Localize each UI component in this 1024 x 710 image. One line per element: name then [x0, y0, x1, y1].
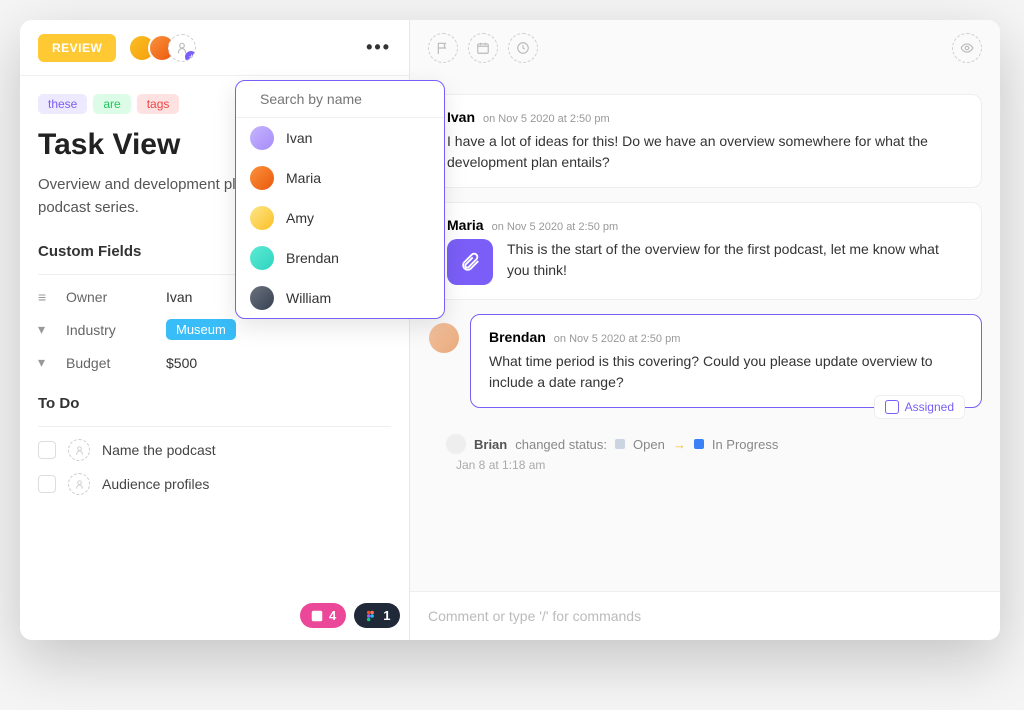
comment-time: on Nov 5 2020 at 2:50 pm: [483, 113, 610, 125]
assignee-avatars: +: [128, 34, 196, 62]
dropdown-icon: ▾: [38, 321, 54, 338]
todo-label[interactable]: Audience profiles: [102, 476, 209, 492]
todo-label[interactable]: Name the podcast: [102, 442, 216, 458]
left-header: REVIEW + •••: [20, 20, 409, 76]
search-input[interactable]: [260, 91, 441, 107]
field-row-budget: ▾ Budget $500: [38, 354, 391, 371]
checkbox[interactable]: [38, 475, 56, 493]
name: Amy: [286, 210, 314, 226]
calendar-icon[interactable]: [468, 33, 498, 63]
field-value[interactable]: $500: [166, 355, 197, 371]
dropdown-search: [236, 81, 444, 118]
comment-time: on Nov 5 2020 at 2:50 pm: [554, 333, 681, 345]
flag-icon[interactable]: [428, 33, 458, 63]
comment-text: I have a lot of ideas for this! Do we ha…: [447, 131, 963, 173]
app-window: REVIEW + ••• these are tags Task View Ov…: [20, 20, 1000, 640]
status-dot: [615, 439, 625, 449]
watch-icon[interactable]: [952, 33, 982, 63]
assigned-chip[interactable]: Assigned: [874, 395, 965, 419]
dropdown-icon: ▾: [38, 354, 54, 371]
footer-badges: 4 1: [300, 603, 400, 628]
plus-icon: +: [185, 51, 196, 62]
avatar: [250, 206, 274, 230]
status-dot: [694, 439, 704, 449]
avatar: [250, 246, 274, 270]
tag[interactable]: these: [38, 94, 87, 114]
checkbox[interactable]: [38, 441, 56, 459]
add-assignee-button[interactable]: +: [168, 34, 196, 62]
todo-heading: To Do: [38, 395, 391, 412]
comment-text: This is the start of the overview for th…: [507, 239, 963, 285]
avatar: [446, 434, 466, 454]
comment-time: on Nov 5 2020 at 2:50 pm: [492, 221, 619, 233]
status-from: Open: [633, 437, 665, 452]
badge-count: 1: [383, 608, 390, 623]
review-button[interactable]: REVIEW: [38, 34, 116, 62]
field-row-industry: ▾ Industry Museum: [38, 319, 391, 340]
comment: Ivan on Nov 5 2020 at 2:50 pm I have a l…: [428, 94, 982, 188]
more-button[interactable]: •••: [366, 37, 391, 58]
comment: Maria on Nov 5 2020 at 2:50 pm This is t…: [428, 202, 982, 300]
invision-icon: [310, 609, 324, 623]
divider: [38, 426, 391, 427]
dropdown-item[interactable]: Amy: [236, 198, 444, 238]
comment-avatar[interactable]: [429, 323, 459, 353]
activity-time: Jan 8 at 1:18 am: [456, 458, 982, 472]
right-panel: Ivan on Nov 5 2020 at 2:50 pm I have a l…: [410, 20, 1000, 640]
dropdown-item[interactable]: Ivan: [236, 118, 444, 158]
tag[interactable]: tags: [137, 94, 180, 114]
comment-author: Brendan: [489, 329, 546, 345]
integration-badge[interactable]: 4: [300, 603, 346, 628]
avatar: [250, 166, 274, 190]
comments-list: Ivan on Nov 5 2020 at 2:50 pm I have a l…: [410, 76, 1000, 591]
field-value[interactable]: Ivan: [166, 289, 192, 305]
integration-badge[interactable]: 1: [354, 603, 400, 628]
assigned-label: Assigned: [905, 400, 954, 414]
todo-item: Name the podcast: [38, 439, 391, 461]
activity-action: changed status:: [515, 437, 607, 452]
dropdown-item[interactable]: Maria: [236, 158, 444, 198]
field-label: Budget: [66, 355, 166, 371]
field-label: Industry: [66, 322, 166, 338]
comment-text: What time period is this covering? Could…: [489, 351, 963, 393]
comment-author: Maria: [447, 217, 484, 233]
tag[interactable]: are: [93, 94, 130, 114]
name: William: [286, 290, 331, 306]
name: Ivan: [286, 130, 312, 146]
comment-highlighted: Brendan on Nov 5 2020 at 2:50 pm What ti…: [470, 314, 982, 408]
todo-item: Audience profiles: [38, 473, 391, 495]
text-icon: ≡: [38, 289, 54, 305]
name: Maria: [286, 170, 321, 186]
assignee-dropdown: Ivan Maria Amy Brendan William: [235, 80, 445, 319]
figma-icon: [364, 609, 378, 623]
name: Brendan: [286, 250, 339, 266]
badge-count: 4: [329, 608, 336, 623]
activity-user: Brian: [474, 437, 507, 452]
avatar: [250, 286, 274, 310]
comment-input[interactable]: Comment or type '/' for commands: [410, 591, 1000, 640]
field-pill[interactable]: Museum: [166, 319, 236, 340]
avatar: [250, 126, 274, 150]
assign-icon[interactable]: [68, 439, 90, 461]
right-header: [410, 20, 1000, 76]
status-to: In Progress: [712, 437, 778, 452]
assign-icon[interactable]: [68, 473, 90, 495]
clock-icon[interactable]: [508, 33, 538, 63]
dropdown-item[interactable]: William: [236, 278, 444, 318]
dropdown-item[interactable]: Brendan: [236, 238, 444, 278]
comment-author: Ivan: [447, 109, 475, 125]
field-label: Owner: [66, 289, 166, 305]
attachment-icon[interactable]: [447, 239, 493, 285]
checkbox-icon: [885, 400, 899, 414]
arrow-icon: →: [673, 437, 686, 452]
activity-entry: Brian changed status: Open → In Progress: [446, 434, 982, 454]
